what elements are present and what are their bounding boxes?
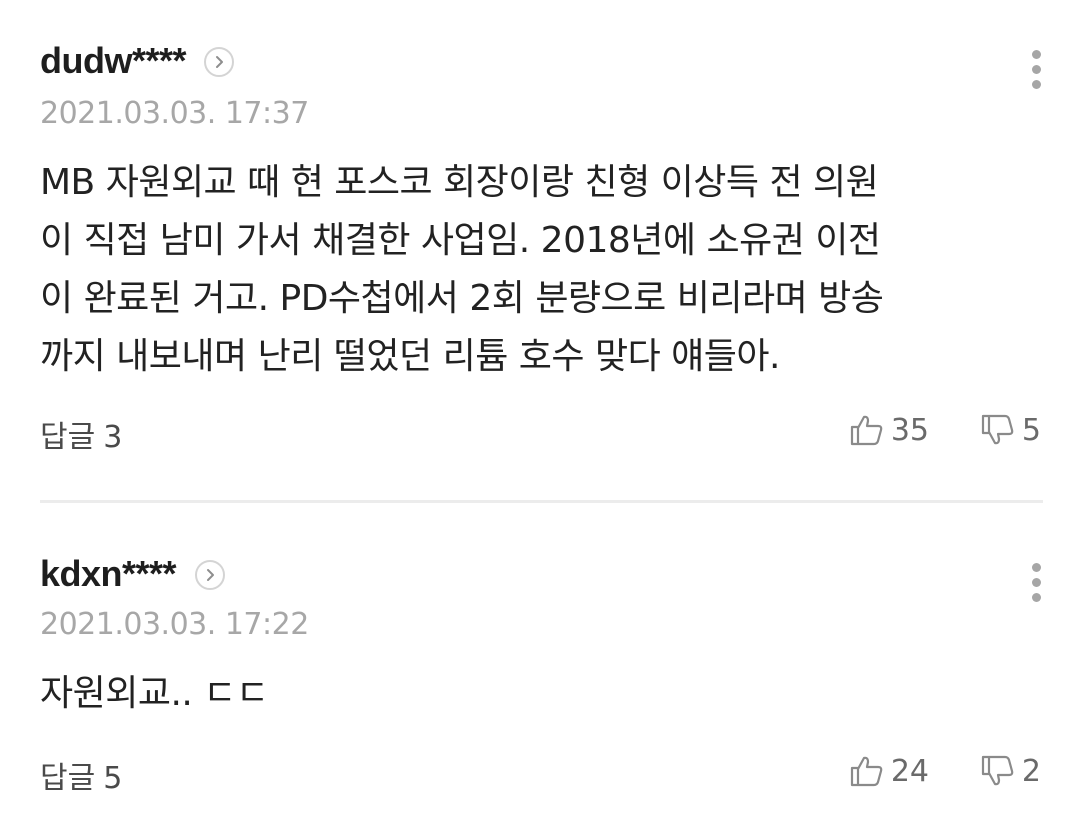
comment-username[interactable]: dudw**** <box>40 40 187 82</box>
thumbs-down-icon <box>981 755 1014 786</box>
comment-footer: 답글 3 35 5 <box>40 412 1043 456</box>
like-count: 24 <box>890 753 929 789</box>
comment-body-line: 이 완료된 거고. PD수첩에서 2회 분량으로 비리라며 방송 <box>40 278 884 319</box>
comment-date: 2021.03.03. 17:37 <box>40 96 309 131</box>
reply-button[interactable]: 답글 3 <box>40 412 122 456</box>
thumbs-down-icon <box>981 414 1014 445</box>
more-vertical-icon[interactable] <box>1029 48 1043 92</box>
comment-item: dudw**** 2021.03.03. 17:37 MB 자원외교 때 현 포… <box>40 34 1043 455</box>
comment-header: kdxn**** <box>40 547 1043 602</box>
chevron-right-icon[interactable] <box>204 47 234 77</box>
reply-button[interactable]: 답글 5 <box>40 753 122 797</box>
reply-label: 답글 <box>40 761 96 796</box>
like-button[interactable]: 24 <box>849 753 929 789</box>
reply-count: 5 <box>103 761 123 796</box>
comment-body-line: 자원외교.. ㄷㄷ <box>40 673 269 714</box>
comment-header: dudw**** <box>40 34 1043 89</box>
more-vertical-icon[interactable] <box>1029 561 1043 605</box>
dislike-count: 5 <box>1021 412 1041 448</box>
dislike-button[interactable]: 5 <box>980 412 1041 448</box>
comment-body-line: 까지 내보내며 난리 떨었던 리튬 호수 맞다 얘들아. <box>40 336 780 377</box>
comment-body-line: MB 자원외교 때 현 포스코 회장이랑 친형 이상득 전 의원 <box>40 162 879 203</box>
dislike-button[interactable]: 2 <box>980 753 1041 789</box>
reply-label: 답글 <box>40 420 96 455</box>
comment-divider <box>40 500 1043 503</box>
chevron-right-icon[interactable] <box>195 560 225 590</box>
like-count: 35 <box>890 412 929 448</box>
comment-item: kdxn**** 2021.03.03. 17:22 자원외교.. ㄷㄷ 답글 5… <box>40 547 1043 796</box>
comment-body-line: 이 직접 남미 가서 채결한 사업임. 2018년에 소유권 이전 <box>40 220 881 261</box>
comment-footer: 답글 5 24 2 <box>40 753 1043 797</box>
comment-username[interactable]: kdxn**** <box>40 553 177 595</box>
dislike-count: 2 <box>1021 753 1041 789</box>
comment-body: MB 자원외교 때 현 포스코 회장이랑 친형 이상득 전 의원 이 직접 남미… <box>40 154 884 386</box>
comment-body: 자원외교.. ㄷㄷ <box>40 665 269 723</box>
like-button[interactable]: 35 <box>849 412 929 448</box>
reply-count: 3 <box>103 420 123 455</box>
comment-date: 2021.03.03. 17:22 <box>40 607 309 642</box>
thumbs-up-icon <box>850 756 883 787</box>
thumbs-up-icon <box>850 415 883 446</box>
